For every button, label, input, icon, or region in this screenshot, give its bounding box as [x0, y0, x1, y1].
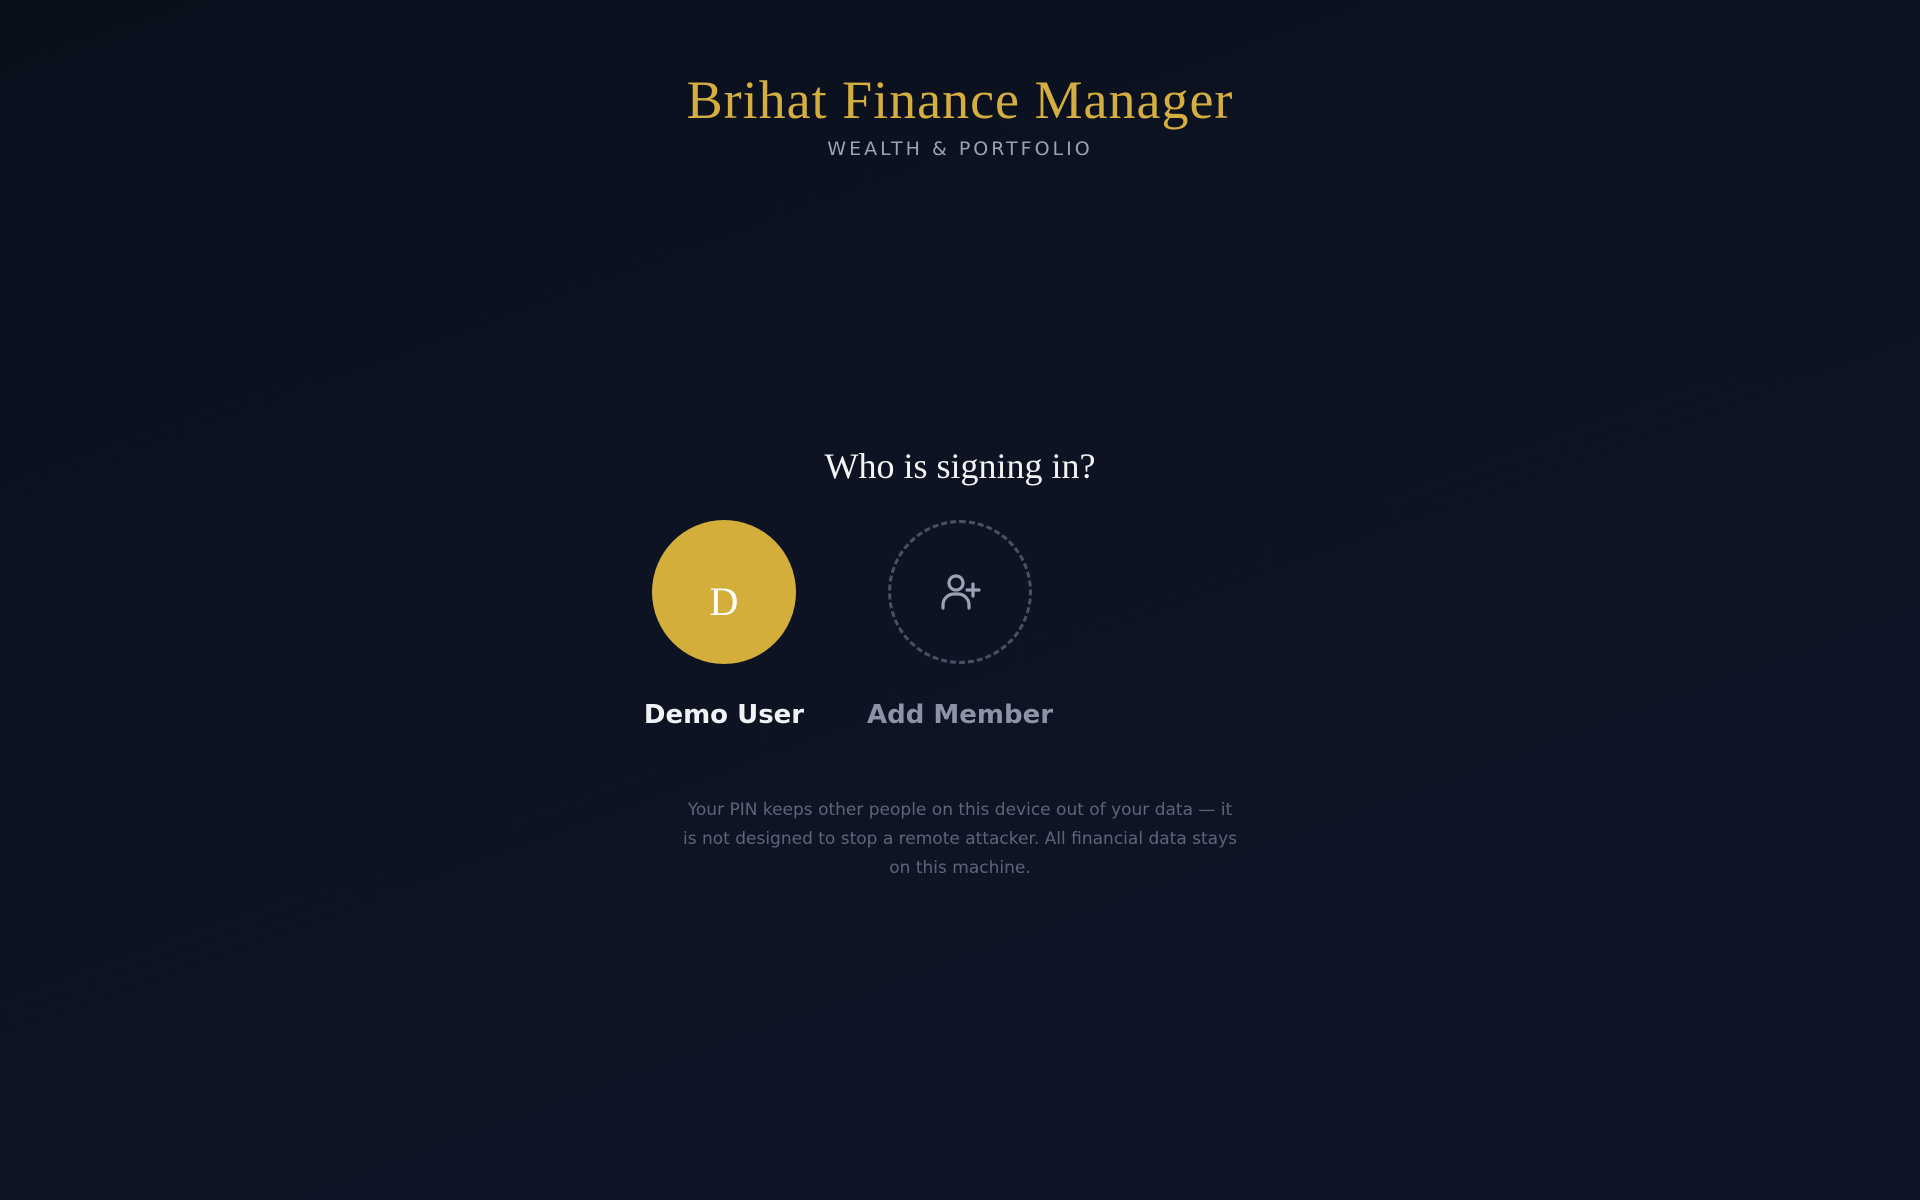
app-subtitle: WEALTH & PORTFOLIO: [827, 138, 1093, 160]
user-plus-icon: [941, 574, 981, 610]
brand-header: Brihat Finance Manager WEALTH & PORTFOLI…: [0, 64, 1920, 162]
avatar[interactable]: D: [652, 520, 796, 664]
profile-list: D Demo User Add Member: [0, 520, 1920, 740]
signin-heading: Who is signing in?: [824, 446, 1096, 486]
add-member-label[interactable]: Add Member: [860, 698, 1060, 732]
profile-demo-user[interactable]: D Demo User: [624, 520, 824, 732]
avatar-initial: D: [709, 578, 739, 624]
security-note: Your PIN keeps other people on this devi…: [682, 800, 1238, 878]
profile-name[interactable]: Demo User: [624, 698, 824, 732]
add-member-avatar[interactable]: [888, 520, 1032, 664]
add-member-button[interactable]: Add Member: [860, 520, 1060, 732]
app-title: Brihat Finance Manager: [686, 70, 1234, 130]
